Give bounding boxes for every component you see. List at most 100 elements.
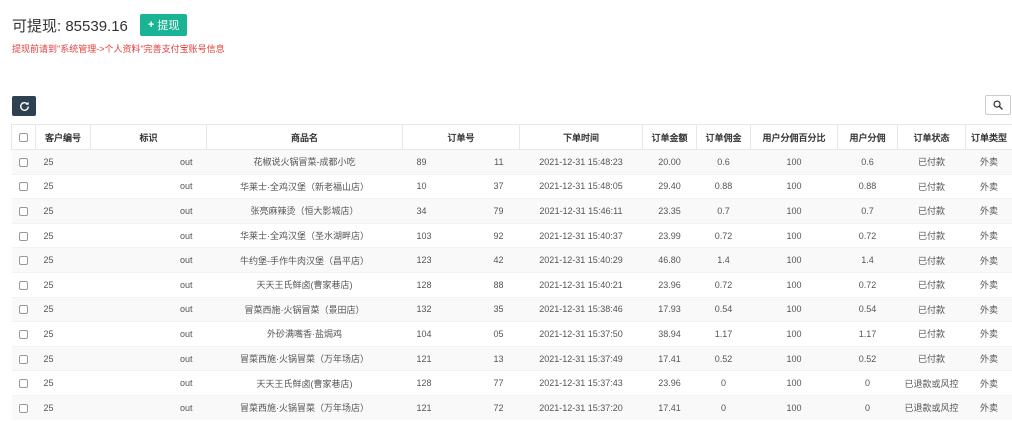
order-status-cell: 已付款 [897,345,966,371]
row-checkbox[interactable] [19,354,28,364]
row-select-cell[interactable] [11,321,36,347]
order-number-cell: 121 72 [402,394,520,421]
order-time-cell: 2021-12-31 15:48:23 [519,149,643,175]
order-time-cell: 2021-12-31 15:40:37 [519,222,643,248]
column-header[interactable]: 标识 [90,124,207,150]
column-header[interactable]: 订单金额 [642,124,697,150]
withdraw-button-label: 提现 [157,20,180,32]
order-time-cell: 2021-12-31 15:48:05 [519,173,643,199]
row-select-cell[interactable] [11,394,36,421]
select-all-cell[interactable] [11,124,36,150]
refresh-button[interactable] [12,96,36,116]
table-row[interactable]: 25 out 华莱士·全鸡汉堡（圣水湖畔店） 103 92 2021-12-31 15:4… [11,222,1012,248]
share-percent-cell: 100 [750,271,838,298]
customer-id-cell: 25 [35,296,91,322]
order-status-cell: 已付款 [897,198,966,224]
row-select-cell[interactable] [11,198,36,224]
order-number-end: 72 [493,402,504,413]
row-select-cell[interactable] [11,345,36,371]
column-header[interactable]: 订单佣金 [696,124,751,150]
mark-cell: out [90,173,207,199]
table-row[interactable]: 25 out 华莱士·全鸡汉堡（新老福山店） 10 37 2021-12-31 15:48… [11,173,1012,199]
user-share-cell: 0 [837,370,898,396]
table-row[interactable]: 25 out 牛约堡-手作牛肉汉堡（昌平店） 123 42 2021-12-31 15:4… [11,247,1012,273]
mark-cell: out [90,247,207,273]
row-checkbox[interactable] [19,305,28,315]
select-all-checkbox[interactable] [19,133,28,143]
table-row[interactable]: 25 out 花椒说火锅冒菜-成都小吃 89 11 2021-12-31 15:48:23… [11,149,1012,175]
row-select-cell[interactable] [11,173,36,199]
table-row[interactable]: 25 out 冒菜西施·火锅冒菜（万年场店） 121 72 2021-12-31 15:3… [11,394,1012,421]
order-number-start: 121 [416,353,432,364]
order-amount-cell: 38.94 [642,321,697,347]
order-time-cell: 2021-12-31 15:40:21 [519,271,643,298]
mark-cell: out [90,222,207,248]
order-number-start: 10 [416,181,427,192]
table-row[interactable]: 25 out 天天王氏鲜卤(曹家巷店) 128 88 2021-12-31 15:40:2… [11,271,1012,298]
row-checkbox[interactable] [19,330,28,340]
user-share-cell: 0.6 [837,149,898,175]
table-row[interactable]: 25 out 外砂满嘴香·盐焗鸡 104 05 2021-12-31 15:37:50 38… [11,321,1012,347]
order-number-start: 123 [416,255,432,266]
mark-text: out [179,279,193,290]
order-type-cell: 外卖 [965,296,1012,322]
customer-id-cell: 25 [35,222,91,248]
column-header[interactable]: 下单时间 [519,124,643,150]
row-select-cell[interactable] [11,370,36,396]
mark-text: out [179,255,193,266]
user-share-cell: 0.52 [837,345,898,371]
order-number-end: 35 [493,304,504,315]
share-percent-cell: 100 [750,296,838,322]
order-commission-cell: 0.88 [696,173,751,199]
user-share-cell: 0.88 [837,173,898,199]
row-checkbox[interactable] [19,182,28,192]
mark-text: out [179,181,193,192]
row-checkbox[interactable] [19,256,28,266]
order-type-cell: 外卖 [965,394,1012,421]
table-row[interactable]: 25 out 张亮麻辣烫（恒大影城店） 34 79 2021-12-31 15:46:11… [11,198,1012,224]
order-status-cell: 已付款 [897,149,966,175]
column-header[interactable]: 订单状态 [897,124,966,150]
row-checkbox[interactable] [19,157,28,167]
search-button[interactable] [985,95,1011,115]
order-status-cell: 已付款 [897,296,966,322]
column-header[interactable]: 用户分佣百分比 [750,124,838,150]
row-checkbox[interactable] [19,404,28,414]
column-header[interactable]: 订单号 [402,124,520,150]
share-percent-cell: 100 [750,345,838,371]
order-number-cell: 103 92 [402,222,520,248]
withdraw-button[interactable]: + 提现 [139,14,188,36]
plus-icon: + [147,19,155,31]
column-header[interactable]: 客户编号 [35,124,91,150]
customer-id-cell: 25 [35,198,91,224]
customer-id-cell: 25 [35,271,91,298]
row-checkbox[interactable] [19,207,28,217]
product-name-cell: 外砂满嘴香·盐焗鸡 [206,321,403,347]
column-header[interactable]: 商品名 [206,124,403,150]
table-row[interactable]: 25 out 冒菜西施·火锅冒菜（万年场店） 121 13 2021-12-31 15:3… [11,345,1012,371]
order-amount-cell: 29.40 [642,173,697,199]
row-select-cell[interactable] [11,296,36,322]
row-checkbox[interactable] [19,231,28,241]
row-select-cell[interactable] [11,222,36,248]
order-time-cell: 2021-12-31 15:38:46 [519,296,643,322]
order-amount-cell: 20.00 [642,149,697,175]
order-number-end: 05 [493,328,504,339]
mark-text: out [179,402,193,413]
column-header[interactable]: 用户分佣 [837,124,898,150]
row-checkbox[interactable] [19,280,28,290]
row-checkbox[interactable] [19,379,28,389]
table-row[interactable]: 25 out 天天王氏鲜卤(曹家巷店) 128 77 2021-12-31 15:37:4… [11,370,1012,396]
row-select-cell[interactable] [11,271,36,298]
row-select-cell[interactable] [11,149,36,175]
share-percent-cell: 100 [750,321,838,347]
table-row[interactable]: 25 out 冒菜西施·火锅冒菜（景田店） 132 35 2021-12-31 15:38… [11,296,1012,322]
order-type-cell: 外卖 [965,198,1012,224]
row-select-cell[interactable] [11,247,36,273]
user-share-cell: 1.17 [837,321,898,347]
order-table: 客户编号 标识 商品名 订单号 下单时间 订单金额 订单佣金 用户分佣百分比 用… [11,124,1012,421]
order-type-cell: 外卖 [965,370,1012,396]
share-percent-cell: 100 [750,370,838,396]
column-header[interactable]: 订单类型 [965,124,1012,150]
mark-text: out [179,230,193,241]
